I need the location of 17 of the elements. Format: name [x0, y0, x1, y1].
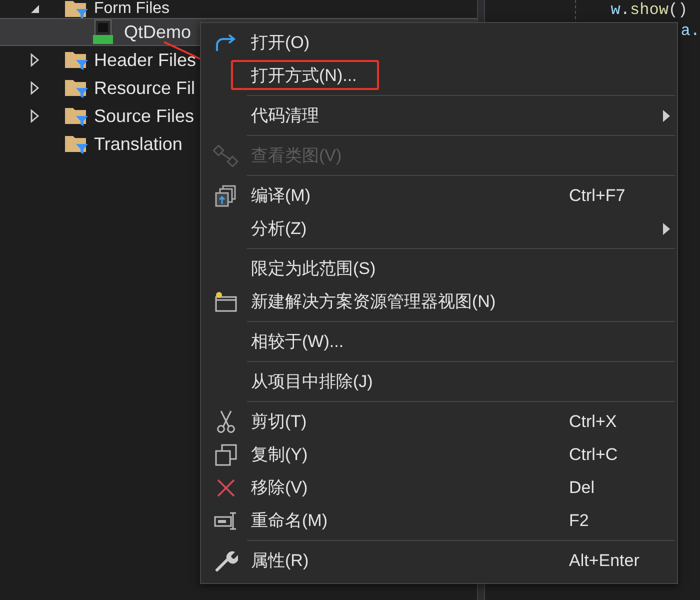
tree-item-label: Header Files [94, 48, 196, 72]
shortcut-label: Ctrl+F7 [569, 184, 626, 207]
shortcut-label: F2 [569, 510, 590, 532]
shortcut-label: Ctrl+C [569, 444, 619, 466]
shortcut-label: Ctrl+X [569, 410, 618, 433]
code-token: show [630, 0, 668, 21]
code-token: w [610, 0, 620, 21]
code-token: a. [680, 21, 700, 42]
code-token: . [620, 0, 630, 21]
tree-item-label: Source Files [94, 104, 194, 128]
shortcut-label: Alt+Enter [569, 550, 640, 572]
tree-item-label: QtDemo [124, 20, 192, 44]
shortcut-label: Del [569, 476, 596, 499]
tree-item-label: Resource Fil [94, 76, 196, 100]
tree-item-label: Form Files [94, 0, 170, 18]
code-token: () [668, 0, 688, 21]
tree-item-label: Translation [94, 132, 182, 156]
